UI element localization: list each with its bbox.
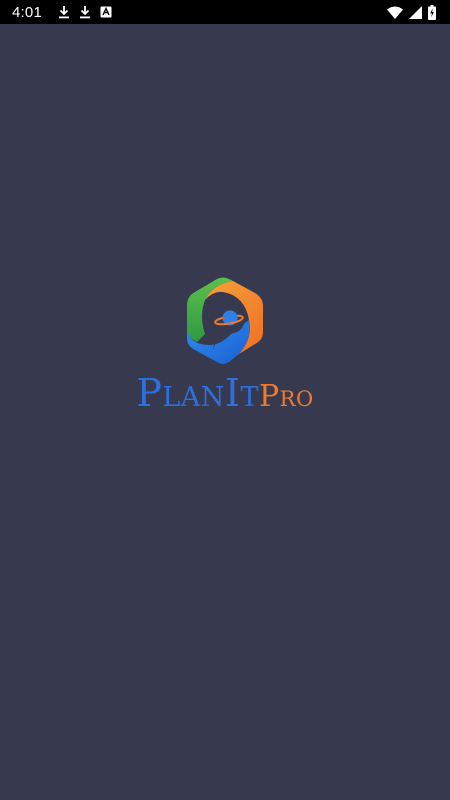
notification-icons [58,5,112,19]
download-icon [58,5,70,19]
splash-screen: PlanItPro [0,24,450,800]
status-time: 4:01 [12,3,42,21]
app-notification-icon [100,6,112,18]
app-wordmark: PlanItPro [0,374,450,412]
battery-charging-icon [428,4,436,20]
system-icons [387,4,436,20]
download-icon [79,5,91,19]
cell-signal-icon [409,5,422,19]
planitpro-hexagon-logo-icon [183,276,267,368]
wordmark-planit: PlanIt [136,371,259,415]
status-bar: 4:01 [0,0,450,24]
wordmark-pro: Pro [258,379,314,414]
wifi-icon [387,6,403,19]
